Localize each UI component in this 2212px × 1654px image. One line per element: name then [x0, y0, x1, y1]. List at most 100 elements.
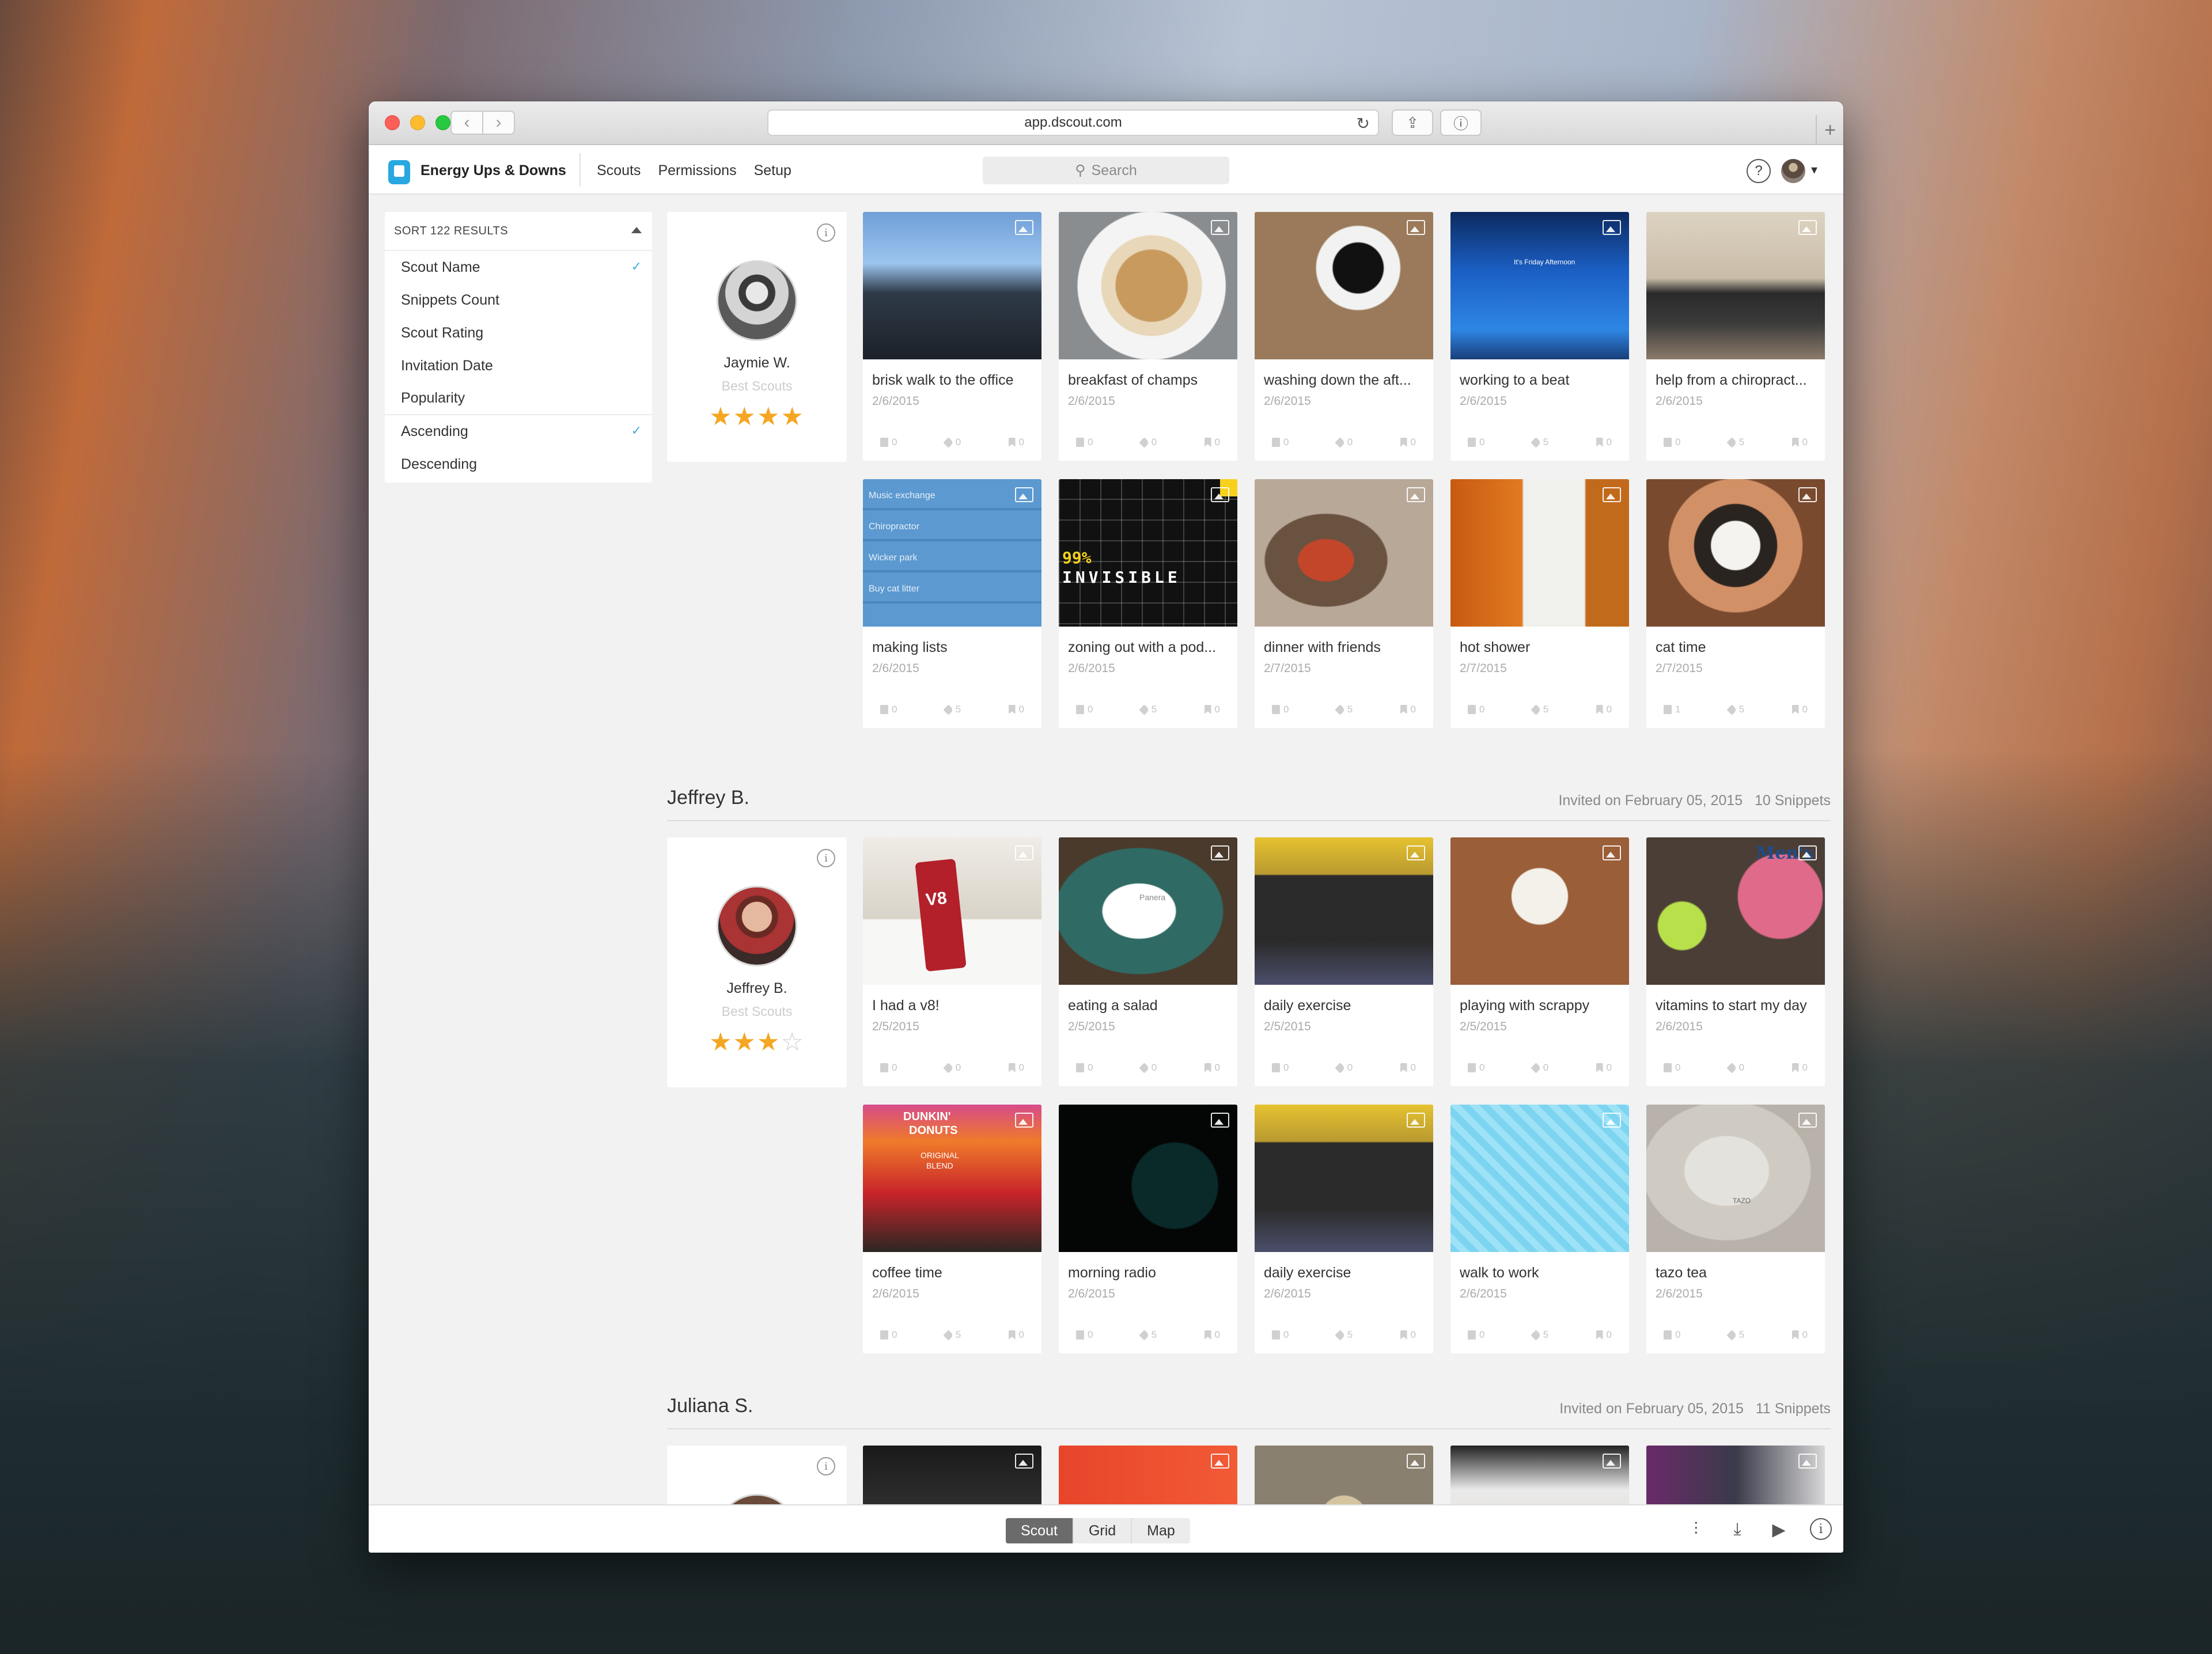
tags-count[interactable]: 5: [1335, 704, 1353, 715]
scout-card-juliana[interactable]: i: [667, 1446, 847, 1504]
user-avatar[interactable]: [1781, 159, 1805, 183]
snippet-thumbnail[interactable]: [1646, 1446, 1825, 1504]
nav-setup[interactable]: Setup: [754, 162, 791, 179]
snippet-card[interactable]: Men's vitamins to start my day 2/6/2015 …: [1646, 837, 1825, 1086]
bookmarks-count[interactable]: 0: [1008, 704, 1024, 715]
snippet-thumbnail[interactable]: It's Friday Afternoon: [1450, 212, 1629, 359]
snippet-thumbnail[interactable]: [863, 212, 1041, 359]
bookmarks-count[interactable]: 0: [1791, 1329, 1808, 1341]
snippet-card[interactable]: [1059, 1446, 1237, 1504]
notes-count[interactable]: 0: [1664, 437, 1680, 448]
tags-count[interactable]: 0: [943, 437, 961, 448]
tags-count[interactable]: 0: [1531, 1062, 1548, 1073]
tags-count[interactable]: 5: [1139, 704, 1157, 715]
sort-header[interactable]: SORT 122 RESULTS: [385, 212, 652, 251]
snippet-thumbnail[interactable]: [1255, 479, 1433, 627]
snippet-thumbnail[interactable]: [1646, 212, 1825, 359]
view-grid-tab[interactable]: Grid: [1073, 1518, 1132, 1543]
bookmarks-count[interactable]: 0: [1008, 1062, 1024, 1073]
tags-count[interactable]: 0: [1726, 1062, 1744, 1073]
filter-sliders-icon[interactable]: ⫶: [1684, 1518, 1707, 1541]
tags-count[interactable]: 5: [1726, 437, 1744, 448]
snippet-card[interactable]: brisk walk to the office 2/6/2015 0 0 0: [863, 212, 1041, 461]
caret-down-icon[interactable]: ▾: [1811, 162, 1817, 177]
snippet-card[interactable]: help from a chiropract... 2/6/2015 0 5 0: [1646, 212, 1825, 461]
tags-count[interactable]: 5: [943, 704, 961, 715]
download-icon[interactable]: ⤓: [1726, 1518, 1749, 1541]
bookmarks-count[interactable]: 0: [1008, 1329, 1024, 1341]
bookmarks-count[interactable]: 0: [1204, 1062, 1220, 1073]
scout-info-icon[interactable]: i: [817, 1457, 835, 1475]
snippet-card[interactable]: [1255, 1446, 1433, 1504]
snippet-thumbnail[interactable]: [1646, 479, 1825, 627]
bookmarks-count[interactable]: 0: [1400, 437, 1416, 448]
tags-count[interactable]: 0: [1335, 437, 1353, 448]
snippet-card[interactable]: cat time 2/7/2015 1 5 0: [1646, 479, 1825, 728]
bookmarks-count[interactable]: 0: [1791, 704, 1808, 715]
snippet-card[interactable]: washing down the aft... 2/6/2015 0 0 0: [1255, 212, 1433, 461]
snippet-thumbnail[interactable]: [1450, 479, 1629, 627]
snippet-card[interactable]: hot shower 2/7/2015 0 5 0: [1450, 479, 1629, 728]
sort-option-scout-name[interactable]: Scout Name ✓: [385, 251, 652, 284]
notes-count[interactable]: 0: [1076, 437, 1093, 448]
bookmarks-count[interactable]: 0: [1400, 1062, 1416, 1073]
tags-count[interactable]: 5: [1139, 1329, 1157, 1341]
snippet-card[interactable]: It's Friday Afternoon working to a beat …: [1450, 212, 1629, 461]
sort-option-popularity[interactable]: Popularity: [385, 382, 652, 415]
sort-option-scout-rating[interactable]: Scout Rating: [385, 317, 652, 350]
snippet-thumbnail[interactable]: [1255, 1105, 1433, 1252]
project-title[interactable]: Energy Ups & Downs: [421, 162, 566, 179]
snippet-thumbnail[interactable]: DUNKIN' DONUTS ORIGINAL BLEND: [863, 1105, 1041, 1252]
snippet-card[interactable]: [1450, 1446, 1629, 1504]
snippet-card[interactable]: DUNKIN' DONUTS ORIGINAL BLEND coffee tim…: [863, 1105, 1041, 1353]
notes-count[interactable]: 0: [1468, 1329, 1484, 1341]
notes-count[interactable]: 0: [1468, 704, 1484, 715]
tags-count[interactable]: 0: [1335, 1062, 1353, 1073]
bookmarks-count[interactable]: 0: [1204, 1329, 1220, 1341]
snippet-thumbnail[interactable]: [863, 1446, 1041, 1504]
close-window-button[interactable]: [385, 115, 400, 130]
bookmarks-count[interactable]: 0: [1791, 1062, 1808, 1073]
snippet-card[interactable]: daily exercise 2/5/2015 0 0 0: [1255, 837, 1433, 1086]
notes-count[interactable]: 0: [1272, 1329, 1289, 1341]
snippet-card[interactable]: [863, 1446, 1041, 1504]
notes-count[interactable]: 0: [1272, 1062, 1289, 1073]
snippet-card[interactable]: TAZO tazo tea 2/6/2015 0 5 0: [1646, 1105, 1825, 1353]
notes-count[interactable]: 0: [1272, 437, 1289, 448]
scout-info-icon[interactable]: i: [817, 849, 835, 867]
scout-card-jaymie[interactable]: i Jaymie W. Best Scouts ★★★★: [667, 212, 847, 462]
bookmarks-count[interactable]: 0: [1596, 704, 1612, 715]
zoom-window-button[interactable]: [435, 115, 450, 130]
tags-count[interactable]: 0: [943, 1062, 961, 1073]
snippet-thumbnail[interactable]: [1255, 1446, 1433, 1504]
help-button[interactable]: ?: [1747, 159, 1771, 183]
notes-count[interactable]: 0: [880, 704, 897, 715]
snippet-thumbnail[interactable]: Panera: [1059, 837, 1237, 985]
tags-count[interactable]: 5: [1726, 1329, 1744, 1341]
tags-count[interactable]: 5: [1531, 437, 1548, 448]
notes-count[interactable]: 0: [1468, 1062, 1484, 1073]
snippet-card[interactable]: playing with scrappy 2/5/2015 0 0 0: [1450, 837, 1629, 1086]
bookmarks-count[interactable]: 0: [1204, 437, 1220, 448]
nav-permissions[interactable]: Permissions: [658, 162, 736, 179]
bookmarks-count[interactable]: 0: [1596, 1329, 1612, 1341]
scout-card-jeffrey[interactable]: i Jeffrey B. Best Scouts ★★★☆: [667, 837, 847, 1087]
search-input[interactable]: ⚲ Search: [983, 157, 1229, 184]
back-button[interactable]: ‹: [450, 111, 483, 135]
bookmarks-count[interactable]: 0: [1204, 704, 1220, 715]
snippet-thumbnail[interactable]: Music exchange Chiropractor Wicker park Buy…: [863, 479, 1041, 627]
tags-count[interactable]: 5: [943, 1329, 961, 1341]
sort-option-snippets-count[interactable]: Snippets Count: [385, 284, 652, 317]
snippet-thumbnail[interactable]: Men's: [1646, 837, 1825, 985]
snippet-thumbnail[interactable]: [1255, 837, 1433, 985]
snippet-thumbnail[interactable]: 99% INVISIBLE: [1059, 479, 1237, 627]
snippet-thumbnail[interactable]: [1255, 212, 1433, 359]
notes-count[interactable]: 0: [880, 1062, 897, 1073]
notes-count[interactable]: 0: [1076, 1062, 1093, 1073]
tags-count[interactable]: 5: [1335, 1329, 1353, 1341]
snippet-thumbnail[interactable]: [1059, 1105, 1237, 1252]
view-scout-tab[interactable]: Scout: [1006, 1518, 1074, 1543]
dscout-logo-icon[interactable]: [388, 160, 410, 184]
reader-info-button[interactable]: ⓘ: [1440, 109, 1482, 136]
tags-count[interactable]: 5: [1531, 1329, 1548, 1341]
